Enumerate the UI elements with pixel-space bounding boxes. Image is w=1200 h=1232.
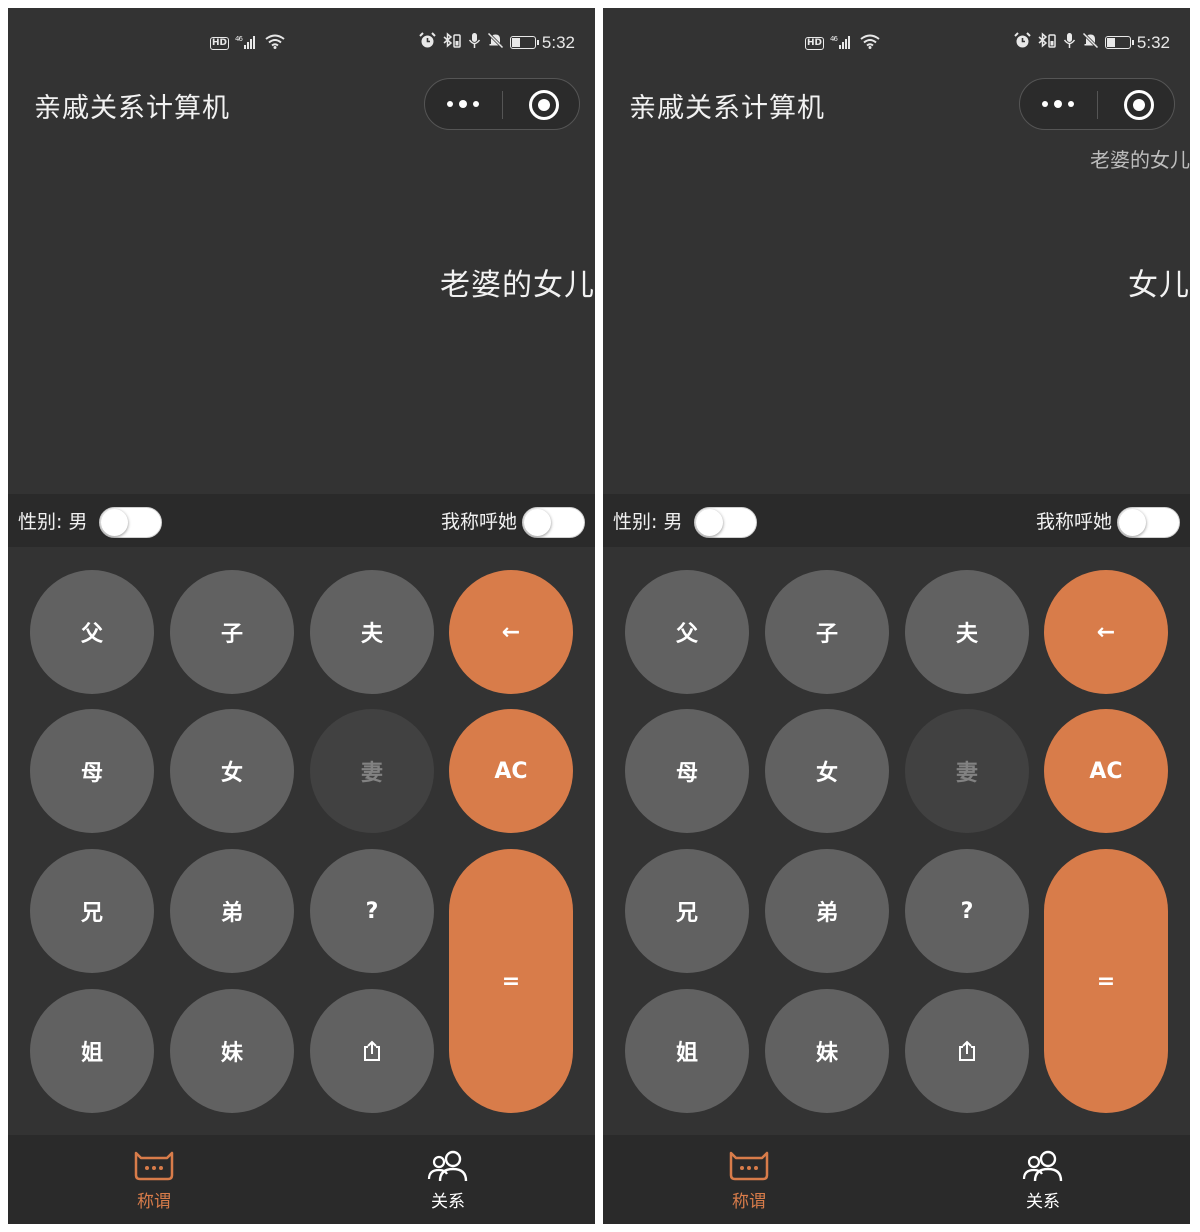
people-icon [388, 1149, 508, 1183]
tab-bar: 称谓 关系 [8, 1135, 595, 1224]
tab-appellation[interactable]: 称谓 [689, 1149, 809, 1212]
key-elder-brother[interactable]: 兄 [625, 849, 749, 973]
bluetooth-battery-icon [442, 32, 462, 53]
clear-button[interactable]: AC [449, 709, 573, 833]
key-question[interactable]: ? [905, 849, 1029, 973]
key-younger-sister[interactable]: 妹 [765, 989, 889, 1113]
more-dots-icon[interactable] [447, 100, 479, 108]
hd-badge: HD [805, 37, 825, 50]
status-time: 5:32 [541, 32, 575, 52]
svg-text:46: 46 [235, 35, 243, 43]
people-icon [983, 1149, 1103, 1183]
wifi-icon [860, 34, 880, 53]
key-son[interactable]: 子 [765, 570, 889, 694]
tab-relation[interactable]: 关系 [388, 1149, 508, 1212]
mute-bell-icon [487, 32, 504, 53]
gender-toggle[interactable] [99, 507, 162, 538]
toggle-knob [1119, 509, 1146, 536]
key-father[interactable]: 父 [30, 570, 154, 694]
page-title: 亲戚关系计算机 [34, 93, 230, 124]
key-question[interactable]: ? [310, 849, 434, 973]
key-husband[interactable]: 夫 [310, 570, 434, 694]
share-button[interactable] [905, 989, 1029, 1113]
key-wife[interactable]: 妻 [905, 709, 1029, 833]
toggle-knob [101, 509, 128, 536]
tab-label: 关系 [1026, 1192, 1060, 1212]
toggle-knob [524, 509, 551, 536]
tab-relation[interactable]: 关系 [983, 1149, 1103, 1212]
tab-label: 关系 [431, 1192, 465, 1212]
phone-screen-right: HD 46 5:32 亲戚关系计算机 老婆的女儿 女儿 性别: 男 我称呼她 父… [603, 8, 1190, 1224]
call-direction-toggle[interactable] [522, 507, 585, 538]
share-icon [956, 1040, 978, 1062]
microphone-icon [468, 32, 481, 53]
key-father[interactable]: 父 [625, 570, 749, 694]
key-wife[interactable]: 妻 [310, 709, 434, 833]
svg-text:46: 46 [830, 35, 838, 43]
status-bar: HD 46 5:32 [8, 32, 595, 56]
key-elder-sister[interactable]: 姐 [625, 989, 749, 1113]
key-elder-sister[interactable]: 姐 [30, 989, 154, 1113]
miniprogram-capsule [424, 78, 580, 130]
alarm-icon [1014, 32, 1031, 53]
key-elder-brother[interactable]: 兄 [30, 849, 154, 973]
tab-appellation[interactable]: 称谓 [94, 1149, 214, 1212]
gender-label: 性别: 男 [613, 511, 683, 533]
key-mother[interactable]: 母 [30, 709, 154, 833]
battery-icon [509, 36, 539, 49]
history-expression: 老婆的女儿 [1090, 148, 1190, 172]
key-son[interactable]: 子 [170, 570, 294, 694]
share-button[interactable] [310, 989, 434, 1113]
bluetooth-battery-icon [1037, 32, 1057, 53]
gender-label: 性别: 男 [18, 511, 88, 533]
key-daughter[interactable]: 女 [765, 709, 889, 833]
wifi-icon [265, 34, 285, 53]
key-mother[interactable]: 母 [625, 709, 749, 833]
gender-toggle[interactable] [694, 507, 757, 538]
result-expression: 女儿 [1128, 268, 1190, 303]
mute-bell-icon [1082, 32, 1099, 53]
backspace-button[interactable]: ← [1044, 570, 1168, 694]
microphone-icon [1063, 32, 1076, 53]
cell-signal-icon: 46 [235, 35, 259, 52]
key-younger-brother[interactable]: 弟 [170, 849, 294, 973]
target-icon[interactable] [1124, 90, 1154, 120]
alarm-icon [419, 32, 436, 53]
backspace-button[interactable]: ← [449, 570, 573, 694]
equals-button[interactable]: = [1044, 849, 1168, 1113]
status-bar: HD 46 5:32 [603, 32, 1190, 56]
tab-label: 称谓 [732, 1192, 766, 1212]
equals-button[interactable]: = [449, 849, 573, 1113]
current-expression: 老婆的女儿 [440, 268, 595, 303]
cell-signal-icon: 46 [830, 35, 854, 52]
status-time: 5:32 [1136, 32, 1170, 52]
chat-bubble-icon [94, 1149, 214, 1183]
miniprogram-capsule [1019, 78, 1175, 130]
page-title: 亲戚关系计算机 [629, 93, 825, 124]
toggle-knob [696, 509, 723, 536]
phone-screen-left: HD 46 5:32 亲戚关系计算机 老婆的女儿 性别: 男 我称呼她 父 子 … [8, 8, 595, 1224]
call-direction-toggle[interactable] [1117, 507, 1180, 538]
more-dots-icon[interactable] [1042, 100, 1074, 108]
capsule-divider [502, 91, 503, 119]
key-younger-sister[interactable]: 妹 [170, 989, 294, 1113]
key-husband[interactable]: 夫 [905, 570, 1029, 694]
chat-bubble-icon [689, 1149, 809, 1183]
key-daughter[interactable]: 女 [170, 709, 294, 833]
call-direction-label: 我称呼她 [440, 511, 517, 533]
tab-label: 称谓 [137, 1192, 171, 1212]
battery-icon [1104, 36, 1134, 49]
clear-button[interactable]: AC [1044, 709, 1168, 833]
call-direction-label: 我称呼她 [1035, 511, 1112, 533]
key-younger-brother[interactable]: 弟 [765, 849, 889, 973]
options-bar: 性别: 男 我称呼她 [603, 494, 1190, 547]
hd-badge: HD [210, 37, 230, 50]
options-bar: 性别: 男 我称呼她 [8, 494, 595, 547]
tab-bar: 称谓 关系 [603, 1135, 1190, 1224]
share-icon [361, 1040, 383, 1062]
target-icon[interactable] [529, 90, 559, 120]
capsule-divider [1097, 91, 1098, 119]
